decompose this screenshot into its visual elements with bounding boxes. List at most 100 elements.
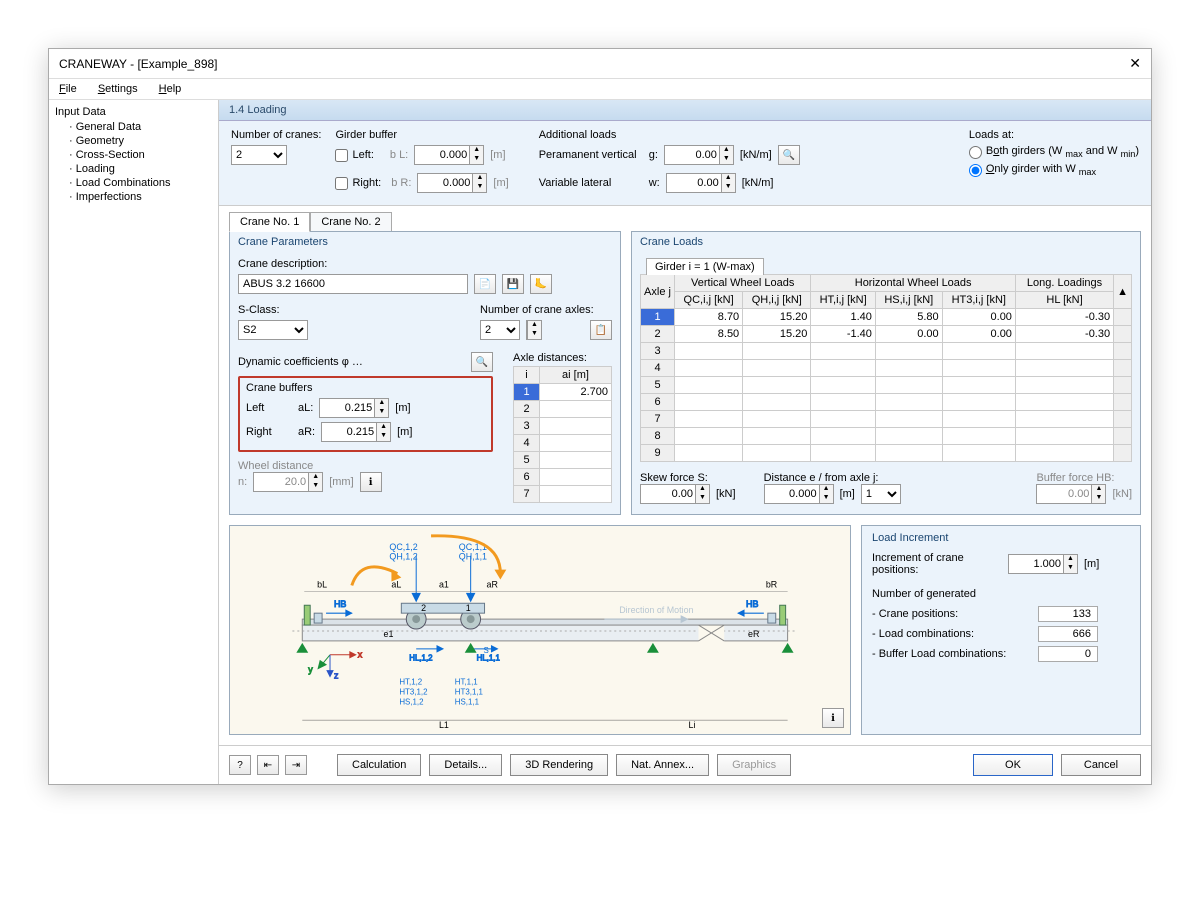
svg-text:aR: aR bbox=[487, 579, 499, 589]
svg-text:HB: HB bbox=[746, 599, 758, 609]
sidebar: Input Data · General Data· Geometry· Cro… bbox=[49, 100, 219, 784]
crane-buffers-highlight: Crane buffers LeftaL:▲▼[m] RightaR:▲▼[m] bbox=[238, 376, 493, 452]
svg-text:aL: aL bbox=[391, 579, 401, 589]
increment-input[interactable] bbox=[1009, 555, 1063, 573]
crane-tabs: Crane No. 1 Crane No. 2 bbox=[219, 206, 1151, 231]
buffer-force-input[interactable] bbox=[1037, 485, 1091, 503]
3d-render-button[interactable]: 3D Rendering bbox=[510, 754, 608, 776]
dyn-coef-icon[interactable]: 🔍 bbox=[471, 352, 493, 372]
svg-text:y: y bbox=[308, 665, 313, 675]
tab-crane-2[interactable]: Crane No. 2 bbox=[310, 212, 391, 231]
buffer-combinations-value: 0 bbox=[1038, 646, 1098, 662]
axle-dist-grid[interactable]: iai [m]12.700234567 bbox=[513, 366, 612, 503]
next-page-icon[interactable]: ⇥ bbox=[285, 755, 307, 775]
load-increment-panel: Load Increment Increment of crane positi… bbox=[861, 525, 1141, 735]
sidebar-item-general-data[interactable]: · General Data bbox=[55, 120, 212, 134]
svg-text:bR: bR bbox=[766, 579, 778, 589]
graphics-button: Graphics bbox=[717, 754, 791, 776]
loads-only-radio[interactable] bbox=[969, 164, 982, 177]
pick-icon[interactable]: 🔍 bbox=[778, 145, 800, 165]
menu-settings[interactable]: Settings bbox=[98, 83, 138, 95]
wheel-dist-input[interactable] bbox=[254, 473, 308, 491]
load-combinations-value: 666 bbox=[1038, 626, 1098, 642]
library-icon[interactable]: 📄 bbox=[474, 274, 496, 294]
page-title: 1.4 Loading bbox=[219, 100, 1151, 121]
svg-text:QH,1,1: QH,1,1 bbox=[459, 552, 487, 562]
sidebar-item-cross-section[interactable]: · Cross-Section bbox=[55, 148, 212, 162]
axle-j-select[interactable]: 1 bbox=[861, 484, 901, 504]
crane-buffer-left-input[interactable] bbox=[320, 399, 374, 417]
skew-input[interactable] bbox=[641, 485, 695, 503]
svg-text:x: x bbox=[358, 650, 363, 660]
svg-text:HS,1,1: HS,1,1 bbox=[455, 697, 480, 706]
help-icon[interactable]: ? bbox=[229, 755, 251, 775]
svg-text:HT3,1,1: HT3,1,1 bbox=[455, 687, 484, 696]
bL-input[interactable] bbox=[415, 146, 469, 164]
bR-input[interactable] bbox=[418, 174, 472, 192]
prev-page-icon[interactable]: ⇤ bbox=[257, 755, 279, 775]
loads-both-radio[interactable] bbox=[969, 146, 982, 159]
girder-left-check[interactable] bbox=[335, 149, 348, 162]
crane-desc-input[interactable] bbox=[238, 274, 468, 294]
titlebar: CRANEWAY - [Example_898] ✕ bbox=[49, 49, 1151, 79]
sidebar-root[interactable]: Input Data bbox=[55, 104, 212, 120]
calculation-button[interactable]: Calculation bbox=[337, 754, 421, 776]
svg-text:QC,1,2: QC,1,2 bbox=[389, 542, 417, 552]
sidebar-item-loading[interactable]: · Loading bbox=[55, 162, 212, 176]
close-icon[interactable]: ✕ bbox=[1129, 55, 1141, 72]
sclass-select[interactable]: S2 bbox=[238, 320, 308, 340]
crane-loads-panel: Crane Loads Girder i = 1 (W-max) Axle jV… bbox=[631, 231, 1141, 515]
sidebar-item-imperfections[interactable]: · Imperfections bbox=[55, 190, 212, 204]
diagram-panel: 21 HB HB QC,1,2 QH,1,2 QC,1,1 QH,1,1 bbox=[229, 525, 851, 735]
svg-text:a1: a1 bbox=[439, 579, 449, 589]
crane-diagram: 21 HB HB QC,1,2 QH,1,2 QC,1,1 QH,1,1 bbox=[230, 526, 850, 734]
crane-buffer-right-input[interactable] bbox=[322, 423, 376, 441]
details-button[interactable]: Details... bbox=[429, 754, 502, 776]
sidebar-item-geometry[interactable]: · Geometry bbox=[55, 134, 212, 148]
svg-text:QH,1,2: QH,1,2 bbox=[389, 552, 417, 562]
menu-file[interactable]: File bbox=[59, 83, 77, 95]
svg-text:eR: eR bbox=[748, 629, 760, 639]
menubar: File Settings Help bbox=[49, 79, 1151, 100]
svg-text:1: 1 bbox=[466, 603, 471, 613]
var-lateral-input[interactable] bbox=[667, 174, 721, 192]
girder-right-check[interactable] bbox=[335, 177, 348, 190]
nat-annex-button[interactable]: Nat. Annex... bbox=[616, 754, 709, 776]
menu-help[interactable]: Help bbox=[159, 83, 182, 95]
top-row: Number of cranes: 2 Girder buffer Left:b… bbox=[219, 121, 1151, 206]
svg-text:S: S bbox=[484, 646, 489, 655]
svg-text:HT3,1,2: HT3,1,2 bbox=[399, 687, 427, 696]
svg-text:Li: Li bbox=[689, 720, 696, 730]
cranes-label: Number of cranes: bbox=[231, 129, 321, 141]
cranes-select[interactable]: 2 bbox=[231, 145, 287, 165]
svg-text:e1: e1 bbox=[384, 629, 394, 639]
svg-text:HL,1,2: HL,1,2 bbox=[409, 654, 432, 663]
girder-subtab[interactable]: Girder i = 1 (W-max) bbox=[646, 258, 764, 275]
app-window: CRANEWAY - [Example_898] ✕ File Settings… bbox=[48, 48, 1152, 785]
save-icon[interactable]: 💾 bbox=[502, 274, 524, 294]
perm-vertical-input[interactable] bbox=[665, 146, 719, 164]
crane-loads-grid[interactable]: Axle jVertical Wheel LoadsHorizontal Whe… bbox=[640, 274, 1132, 462]
ok-button[interactable]: OK bbox=[973, 754, 1053, 776]
sidebar-item-load-combinations[interactable]: · Load Combinations bbox=[55, 176, 212, 190]
svg-text:HB: HB bbox=[334, 599, 346, 609]
svg-text:HS,1,2: HS,1,2 bbox=[399, 697, 423, 706]
delete-icon[interactable]: 🦶 bbox=[530, 274, 552, 294]
svg-text:HT,1,2: HT,1,2 bbox=[399, 677, 422, 686]
info-icon[interactable]: ℹ bbox=[360, 472, 382, 492]
svg-text:2: 2 bbox=[421, 603, 426, 613]
svg-text:z: z bbox=[334, 671, 339, 681]
tab-crane-1[interactable]: Crane No. 1 bbox=[229, 212, 310, 232]
svg-text:Direction of Motion: Direction of Motion bbox=[619, 605, 693, 615]
svg-text:HT,1,1: HT,1,1 bbox=[455, 677, 478, 686]
footer: ? ⇤ ⇥ Calculation Details... 3D Renderin… bbox=[219, 745, 1151, 784]
dist-e-input[interactable] bbox=[765, 485, 819, 503]
cancel-button[interactable]: Cancel bbox=[1061, 754, 1141, 776]
additional-loads-title: Additional loads bbox=[539, 129, 800, 141]
diagram-info-icon[interactable]: ℹ bbox=[822, 708, 844, 728]
crane-positions-value: 133 bbox=[1038, 606, 1098, 622]
svg-text:HL,1,1: HL,1,1 bbox=[477, 654, 501, 663]
axles-select[interactable]: 2 bbox=[480, 320, 520, 340]
axles-edit-icon[interactable]: 📋 bbox=[590, 320, 612, 340]
girder-buffer-title: Girder buffer bbox=[335, 129, 508, 141]
